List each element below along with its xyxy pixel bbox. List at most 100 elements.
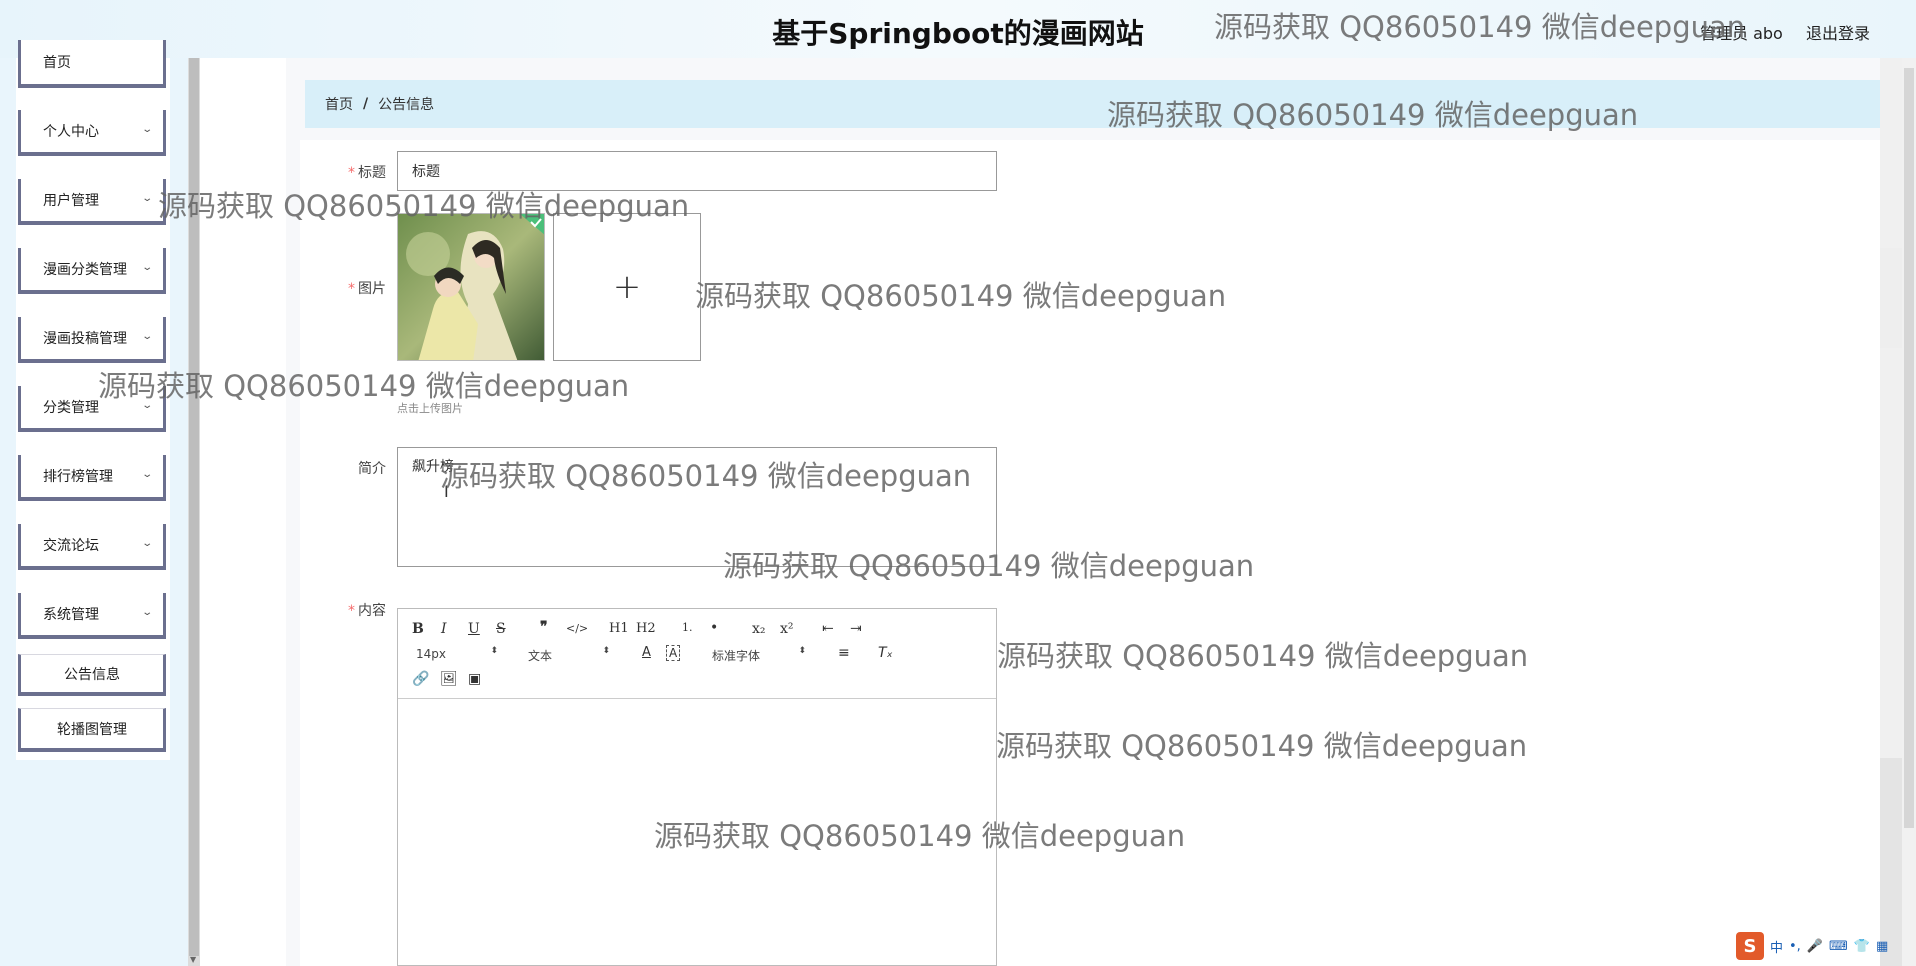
image-icon[interactable]: 🖼 xyxy=(440,671,458,687)
breadcrumb-current: 公告信息 xyxy=(378,97,435,113)
superscript-button[interactable]: x² xyxy=(780,621,794,637)
heading1-button[interactable]: H1 xyxy=(609,621,629,636)
sidebar-item-label: 个人中心 xyxy=(43,124,99,140)
align-left-icon[interactable]: ≡ xyxy=(838,645,850,661)
watermark: 源码获取 QQ86050149 微信deepguan xyxy=(695,279,1227,313)
font-size-select[interactable]: 14px ⬍ xyxy=(416,646,498,661)
logout-button[interactable]: 退出登录 xyxy=(1806,20,1870,44)
ime-language[interactable]: 中 xyxy=(1770,937,1783,956)
sidebar-item-system-management[interactable]: 系统管理 ⌄ xyxy=(18,593,166,639)
sidebar-subitem-announcements[interactable]: 公告信息 xyxy=(18,654,166,696)
chevron-down-icon: ⌄ xyxy=(140,469,153,480)
keyboard-icon[interactable]: ⌨ xyxy=(1829,939,1848,954)
chevron-down-icon: ⌄ xyxy=(140,331,153,342)
title-label-text: 标题 xyxy=(358,165,386,181)
select-arrows-icon: ⬍ xyxy=(602,646,610,656)
sidebar-item-personal-center[interactable]: 个人中心 ⌄ xyxy=(18,110,166,156)
right-gutter xyxy=(1880,58,1902,966)
intro-label: 简介 xyxy=(306,458,386,478)
italic-button[interactable]: I xyxy=(441,621,447,637)
breadcrumb: 首页 / 公告信息 xyxy=(305,80,1880,128)
intro-label-text: 简介 xyxy=(358,461,386,477)
blockquote-button[interactable]: ❞ xyxy=(540,619,548,635)
required-mark: * xyxy=(348,165,355,181)
select-arrows-icon: ⬍ xyxy=(798,646,806,656)
required-mark: * xyxy=(348,281,355,297)
sidebar-item-label: 首页 xyxy=(43,55,71,71)
subscript-button[interactable]: x₂ xyxy=(752,621,766,637)
sidebar-item-label: 分类管理 xyxy=(43,400,99,416)
sidebar-item-user-management[interactable]: 用户管理 ⌄ xyxy=(18,179,166,225)
watermark: 源码获取 QQ86050149 微信deepguan xyxy=(996,729,1528,763)
rich-text-editor[interactable]: B I U S ❞ </> H1 H2 1. • x₂ x² ⇤ ⇥ 14px … xyxy=(397,608,997,966)
sidebar-item-label: 漫画投稿管理 xyxy=(43,331,127,347)
sidebar-item-forum[interactable]: 交流论坛 ⌄ xyxy=(18,524,166,570)
ordered-list-button[interactable]: 1. xyxy=(682,621,693,634)
sidebar-subitem-carousel[interactable]: 轮播图管理 xyxy=(18,708,166,752)
page-scrollbar[interactable] xyxy=(1902,58,1916,966)
video-icon[interactable]: ▣ xyxy=(468,671,481,687)
image-label-text: 图片 xyxy=(358,281,386,297)
uploaded-image-thumbnail[interactable] xyxy=(397,213,545,361)
content-label: * 内容 xyxy=(306,600,386,620)
link-icon[interactable]: 🔗 xyxy=(412,671,429,687)
plus-icon: + xyxy=(612,267,642,307)
editor-toolbar: B I U S ❞ </> H1 H2 1. • x₂ x² ⇤ ⇥ 14px … xyxy=(398,609,996,699)
sidebar-item-label: 交流论坛 xyxy=(43,538,99,554)
chevron-down-icon: ⌄ xyxy=(140,193,153,204)
select-arrows-icon: ⬍ xyxy=(490,646,498,656)
microphone-icon[interactable]: 🎤 xyxy=(1807,939,1823,954)
font-color-icon[interactable]: A xyxy=(642,645,651,660)
underline-button[interactable]: U xyxy=(468,621,480,637)
gutter-block xyxy=(1880,248,1902,348)
scroll-down-arrow-icon[interactable]: ▼ xyxy=(190,955,196,964)
content-label-text: 内容 xyxy=(358,603,386,619)
chevron-down-icon: ⌄ xyxy=(140,538,153,549)
strike-button[interactable]: S xyxy=(496,621,506,637)
watermark: 源码获取 QQ86050149 微信deepguan xyxy=(997,639,1529,673)
clear-format-icon[interactable]: Tₓ xyxy=(878,645,893,661)
title-label: * 标题 xyxy=(306,162,386,182)
font-family-value: 标准字体 xyxy=(712,649,761,663)
chevron-down-icon: ⌄ xyxy=(140,124,153,135)
ime-toolbar[interactable]: S 中 •, 🎤 ⌨ 👕 ▦ xyxy=(1736,930,1912,962)
watermark: 源码获取 QQ86050149 微信deepguan xyxy=(654,819,1186,853)
watermark: 源码获取 QQ86050149 微信deepguan xyxy=(440,459,972,493)
watermark: 源码获取 QQ86050149 微信deepguan xyxy=(1214,10,1746,44)
font-family-select[interactable]: 标准字体 ⬍ xyxy=(712,646,806,664)
sidebar-item-label: 排行榜管理 xyxy=(43,469,113,485)
sidebar-item-ranking[interactable]: 排行榜管理 ⌄ xyxy=(18,455,166,501)
indent-button[interactable]: ⇥ xyxy=(850,621,862,637)
punctuation-icon[interactable]: •, xyxy=(1789,939,1801,954)
text-style-value: 文本 xyxy=(528,649,553,663)
sidebar-item-home[interactable]: 首页 xyxy=(18,40,166,88)
skin-icon[interactable]: 👕 xyxy=(1854,939,1870,954)
bold-button[interactable]: B xyxy=(412,621,424,637)
breadcrumb-home[interactable]: 首页 xyxy=(325,94,353,114)
sogou-ime-icon[interactable]: S xyxy=(1736,932,1764,960)
sidebar-item-label: 系统管理 xyxy=(43,607,99,623)
image-label: * 图片 xyxy=(306,278,386,298)
heading2-button[interactable]: H2 xyxy=(636,621,656,636)
watermark: 源码获取 QQ86050149 微信deepguan xyxy=(1107,98,1639,132)
code-block-button[interactable]: </> xyxy=(566,622,588,635)
watermark: 源码获取 QQ86050149 微信deepguan xyxy=(98,369,630,403)
sidebar-item-label: 漫画分类管理 xyxy=(43,262,127,278)
outdent-button[interactable]: ⇤ xyxy=(822,621,834,637)
watermark: 源码获取 QQ86050149 微信deepguan xyxy=(723,549,1255,583)
page-scrollbar-thumb[interactable] xyxy=(1904,68,1914,828)
comic-image xyxy=(398,214,544,360)
font-size-value: 14px xyxy=(416,647,446,661)
sidebar-item-label: 轮播图管理 xyxy=(57,721,127,738)
watermark: 源码获取 QQ86050149 微信deepguan xyxy=(158,189,690,223)
sidebar-item-label: 用户管理 xyxy=(43,193,99,209)
bullet-list-button[interactable]: • xyxy=(710,620,718,636)
grid-menu-icon[interactable]: ▦ xyxy=(1876,939,1888,954)
upload-image-button[interactable]: + xyxy=(553,213,701,361)
breadcrumb-separator: / xyxy=(363,96,369,112)
sidebar-item-comic-category[interactable]: 漫画分类管理 ⌄ xyxy=(18,248,166,294)
background-color-icon[interactable]: A xyxy=(666,645,681,661)
text-style-select[interactable]: 文本 ⬍ xyxy=(528,646,610,664)
sidebar-item-comic-submission[interactable]: 漫画投稿管理 ⌄ xyxy=(18,317,166,363)
sidebar-item-label: 公告信息 xyxy=(64,666,120,683)
